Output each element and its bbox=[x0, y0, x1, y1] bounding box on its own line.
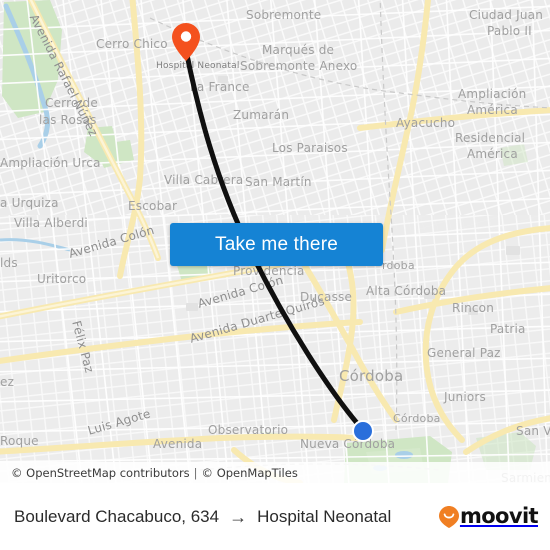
attribution-separator: | bbox=[193, 465, 198, 480]
trip-summary: Boulevard Chacabuco, 634 → Hospital Neon… bbox=[14, 507, 391, 527]
moovit-logo[interactable]: moovit bbox=[438, 504, 539, 528]
attribution-tiles[interactable]: © OpenMapTiles bbox=[202, 466, 298, 480]
take-me-there-button[interactable]: Take me there bbox=[170, 223, 383, 266]
origin-dot[interactable] bbox=[352, 420, 374, 442]
footer-bar: Boulevard Chacabuco, 634 → Hospital Neon… bbox=[0, 483, 550, 550]
moovit-wordmark: moovit bbox=[459, 504, 539, 528]
trip-origin-label: Boulevard Chacabuco, 634 bbox=[14, 506, 220, 526]
destination-pin-icon[interactable] bbox=[172, 23, 200, 61]
trip-destination-label: Hospital Neonatal bbox=[257, 506, 392, 526]
map-canvas[interactable]: Sobremonte Ciudad Juan Pablo II Cerro Chico… bbox=[0, 0, 550, 483]
map-route-screen: Sobremonte Ciudad Juan Pablo II Cerro Chico… bbox=[0, 0, 550, 550]
map-attribution: © OpenStreetMap contributors | © OpenMap… bbox=[0, 462, 550, 483]
moovit-pin-icon bbox=[438, 505, 459, 528]
arrow-right-icon: → bbox=[229, 506, 248, 527]
attribution-osm[interactable]: © OpenStreetMap contributors bbox=[11, 466, 190, 480]
